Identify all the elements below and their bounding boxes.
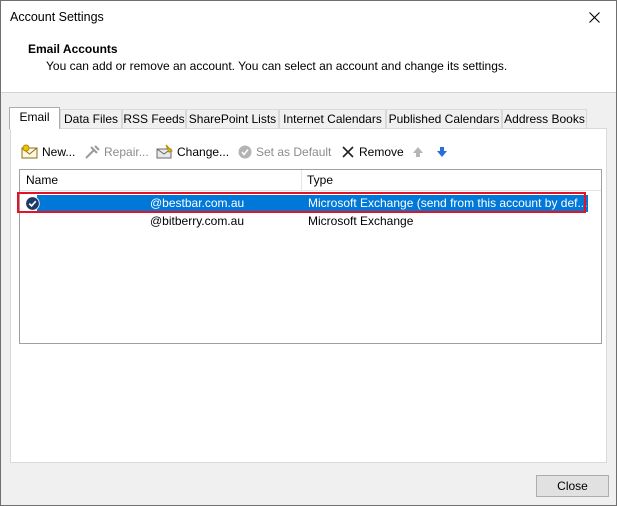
change-label: Change... xyxy=(177,145,230,159)
account-row[interactable]: @bitberry.com.au Microsoft Exchange xyxy=(20,213,601,230)
remove-x-icon xyxy=(342,146,354,158)
list-header: Name Type xyxy=(20,170,601,191)
repair-tools-icon xyxy=(85,145,100,159)
email-tab-panel: New... Repair... Change... Set as Defaul… xyxy=(10,128,607,463)
account-row[interactable]: @bestbar.com.au Microsoft Exchange (send… xyxy=(17,192,601,213)
default-account-check-icon xyxy=(25,196,40,211)
move-down-button[interactable] xyxy=(436,142,451,162)
header-title: Email Accounts xyxy=(28,42,118,56)
account-name: @bestbar.com.au xyxy=(150,196,245,210)
repair-button[interactable]: Repair... xyxy=(84,142,149,162)
tab-data-files[interactable]: Data Files xyxy=(60,109,122,128)
move-up-button[interactable] xyxy=(412,142,427,162)
column-divider[interactable] xyxy=(301,170,302,190)
set-as-default-button[interactable]: Set as Default xyxy=(237,142,331,162)
tab-internet-calendars[interactable]: Internet Calendars xyxy=(279,109,386,128)
tab-published-calendars[interactable]: Published Calendars xyxy=(386,109,502,128)
accounts-list[interactable]: Name Type @bestbar.com.au Microsoft Exch… xyxy=(17,169,602,344)
tab-rss-feeds[interactable]: RSS Feeds xyxy=(122,109,186,128)
close-icon xyxy=(588,11,600,23)
account-type: Microsoft Exchange (send from this accou… xyxy=(308,196,588,210)
check-circle-icon xyxy=(238,145,252,159)
header-subtitle: You can add or remove an account. You ca… xyxy=(46,59,508,73)
close-window-button[interactable] xyxy=(572,1,616,33)
account-name: @bitberry.com.au xyxy=(150,214,244,228)
set-as-default-label: Set as Default xyxy=(256,145,332,159)
account-type: Microsoft Exchange xyxy=(308,214,414,228)
dialog-header: Email Accounts You can add or remove an … xyxy=(1,33,616,93)
account-settings-dialog: Account Settings Email Accounts You can … xyxy=(0,0,617,506)
new-label: New... xyxy=(42,145,76,159)
tab-sharepoint-lists[interactable]: SharePoint Lists xyxy=(186,109,279,128)
arrow-up-icon xyxy=(413,147,423,157)
title-bar: Account Settings xyxy=(1,1,616,33)
column-header-type[interactable]: Type xyxy=(307,170,333,190)
change-button[interactable]: Change... xyxy=(156,142,229,162)
change-account-icon xyxy=(156,144,173,159)
close-button[interactable]: Close xyxy=(536,475,609,497)
new-account-button[interactable]: New... xyxy=(21,142,75,162)
remove-button[interactable]: Remove xyxy=(340,142,404,162)
remove-label: Remove xyxy=(359,145,404,159)
repair-label: Repair... xyxy=(104,145,149,159)
tab-email[interactable]: Email xyxy=(9,107,60,129)
tab-address-books[interactable]: Address Books xyxy=(502,109,587,128)
column-header-name[interactable]: Name xyxy=(26,170,58,190)
arrow-down-icon xyxy=(437,147,447,157)
new-mail-icon xyxy=(21,144,38,159)
window-title: Account Settings xyxy=(10,10,104,24)
